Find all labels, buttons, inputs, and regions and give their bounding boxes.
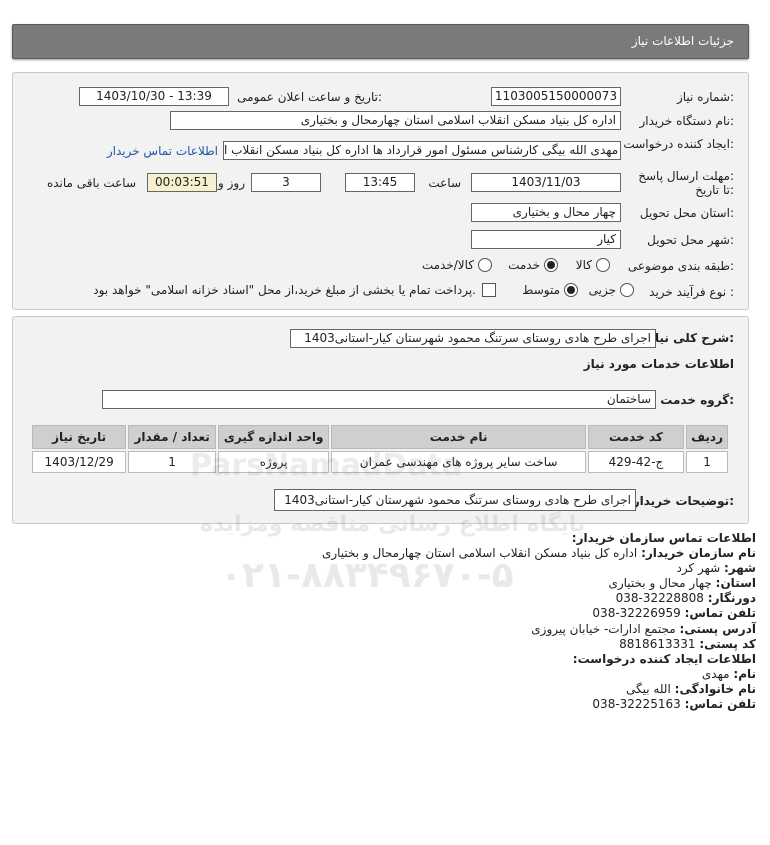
cell-need-date: 1403/12/29 <box>32 451 127 473</box>
org-contact-title: اطلاعات تماس سازمان خریدار: <box>571 531 756 545</box>
deadline-label-to-date: تا تاریخ: <box>695 183 734 197</box>
province-info-label: استان: <box>715 576 756 591</box>
address-value: مجتمع ادارات- خیابان پیروزی <box>531 621 676 636</box>
service-group-label: گروه خدمت: <box>660 393 734 407</box>
col-header-service-code: کد خدمت <box>587 425 685 449</box>
creator-field: مهدی الله بیگی کارشناس مسئول امور قراردا… <box>223 141 621 160</box>
postal-code-label: کد پستی: <box>699 636 756 651</box>
remaining-label: ساعت باقی مانده <box>46 176 136 190</box>
phone-value: 038-32226959 <box>592 606 681 621</box>
announce-label: تاریخ و ساعت اعلان عمومی: <box>237 90 382 104</box>
category-radio-service[interactable] <box>544 258 558 272</box>
col-header-service-name: نام خدمت <box>331 425 586 449</box>
cell-row-number: 1 <box>686 451 728 473</box>
cell-unit: پروژه <box>217 451 330 473</box>
process-option-medium: متوسط <box>522 283 560 297</box>
province-field: چهار محال و بختیاری <box>471 203 621 222</box>
table-row: 1 ج-42-429 ساخت سایر پروژه های مهندسی عم… <box>32 451 728 473</box>
postal-code-value: 8818613331 <box>619 636 696 651</box>
address-label: آدرس پستی: <box>679 621 756 636</box>
announce-datetime-field: 1403/10/30 - 13:39 <box>79 87 229 106</box>
buyer-notes-label: توضیحات خریدار: <box>632 494 734 508</box>
deadline-time-field: 13:45 <box>345 173 415 192</box>
category-option-goods-service: کالا/خدمت <box>421 258 474 272</box>
deadline-label: مهلت ارسال پاسخ: <box>638 169 734 183</box>
cell-service-code: ج-42-429 <box>587 451 685 473</box>
table-header-row: ردیف کد خدمت نام خدمت واحد اندازه گیری ت… <box>32 425 728 449</box>
creator-info-title: اطلاعات ایجاد کننده درخواست: <box>572 651 756 666</box>
summary-field: اجرای طرح هادی روستای سرتنگ محمود شهرستا… <box>290 329 656 348</box>
org-name-label: نام سازمان خریدار: <box>641 546 756 561</box>
creator-phone-value: 038-32225163 <box>592 697 681 712</box>
remaining-time-field: 00:03:51 <box>147 173 217 192</box>
need-info-panel: شماره نیاز: 1103005150000073 تاریخ و ساع… <box>12 72 749 310</box>
col-header-need-date: تاریخ نیاز <box>32 425 127 449</box>
city-label: شهر محل تحویل: <box>647 233 734 247</box>
city-info-label: شهر: <box>724 561 756 576</box>
process-label: نوع فرآیند خرید : <box>649 285 734 299</box>
first-name-label: نام: <box>733 666 756 681</box>
col-header-quantity: تعداد / مقدار <box>128 425 216 449</box>
city-field: کیار <box>471 230 621 249</box>
category-option-goods: کالا <box>575 258 592 272</box>
buyer-org-label: نام دستگاه خریدار: <box>639 114 735 128</box>
creator-phone-label: تلفن تماس: <box>684 697 756 712</box>
service-group-field: ساختمان <box>102 390 656 409</box>
province-label: استان محل تحویل: <box>639 206 734 220</box>
city-info-value: شهر کرد <box>676 561 721 576</box>
need-number-field: 1103005150000073 <box>491 87 621 106</box>
cell-quantity: 1 <box>128 451 216 473</box>
creator-label: ایجاد کننده درخواست: <box>623 137 734 151</box>
treasury-payment-checkbox[interactable] <box>482 283 496 297</box>
services-table: ردیف کد خدمت نام خدمت واحد اندازه گیری ت… <box>30 423 730 475</box>
process-option-minor: جزیی <box>588 283 616 297</box>
summary-label: شرح کلی نیاز: <box>648 331 734 345</box>
col-header-unit: واحد اندازه گیری <box>217 425 330 449</box>
days-field: 3 <box>251 173 321 192</box>
phone-label: تلفن تماس: <box>684 606 756 621</box>
fax-value: 038-32228808 <box>615 591 704 606</box>
cell-service-name: ساخت سایر پروژه های مهندسی عمران <box>331 451 586 473</box>
process-radio-minor[interactable] <box>620 283 634 297</box>
category-radio-goods[interactable] <box>596 258 610 272</box>
contact-info: اطلاعات تماس سازمان خریدار: نام سازمان خ… <box>322 531 756 712</box>
treasury-payment-note: پرداخت تمام یا بخشی از مبلغ خرید،از محل … <box>93 283 476 297</box>
col-header-row-number: ردیف <box>686 425 728 449</box>
deadline-time-label: ساعت <box>428 176 461 190</box>
category-option-service: خدمت <box>508 258 540 272</box>
category-label: طبقه بندی موضوعی: <box>627 259 734 273</box>
family-name-value: الله بیگی <box>626 681 671 696</box>
services-panel: شرح کلی نیاز: اجرای طرح هادی روستای سرتن… <box>12 316 749 524</box>
page-title: جزئیات اطلاعات نیاز <box>631 34 734 48</box>
province-info-value: چهار محال و بختیاری <box>608 576 712 591</box>
buyer-org-field: اداره کل بنیاد مسکن انقلاب اسلامی استان … <box>170 111 621 130</box>
buyer-notes-field: اجرای طرح هادی روستای سرتنگ محمود شهرستا… <box>274 489 636 511</box>
buyer-contact-link[interactable]: اطلاعات تماس خریدار <box>107 144 218 158</box>
category-radio-goods-service[interactable] <box>478 258 492 272</box>
services-title: اطلاعات خدمات مورد نیاز <box>583 357 734 371</box>
first-name-value: مهدی <box>701 666 730 681</box>
page-title-bar: جزئیات اطلاعات نیاز <box>12 24 749 59</box>
process-radio-medium[interactable] <box>564 283 578 297</box>
family-name-label: نام خانوادگی: <box>674 681 756 696</box>
deadline-date-field: 1403/11/03 <box>471 173 621 192</box>
fax-label: دورنگار: <box>707 591 756 606</box>
days-label: روز و <box>218 176 245 190</box>
org-name-value: اداره کل بنیاد مسکن انقلاب اسلامی استان … <box>321 546 638 561</box>
need-number-label: شماره نیاز: <box>676 90 734 104</box>
